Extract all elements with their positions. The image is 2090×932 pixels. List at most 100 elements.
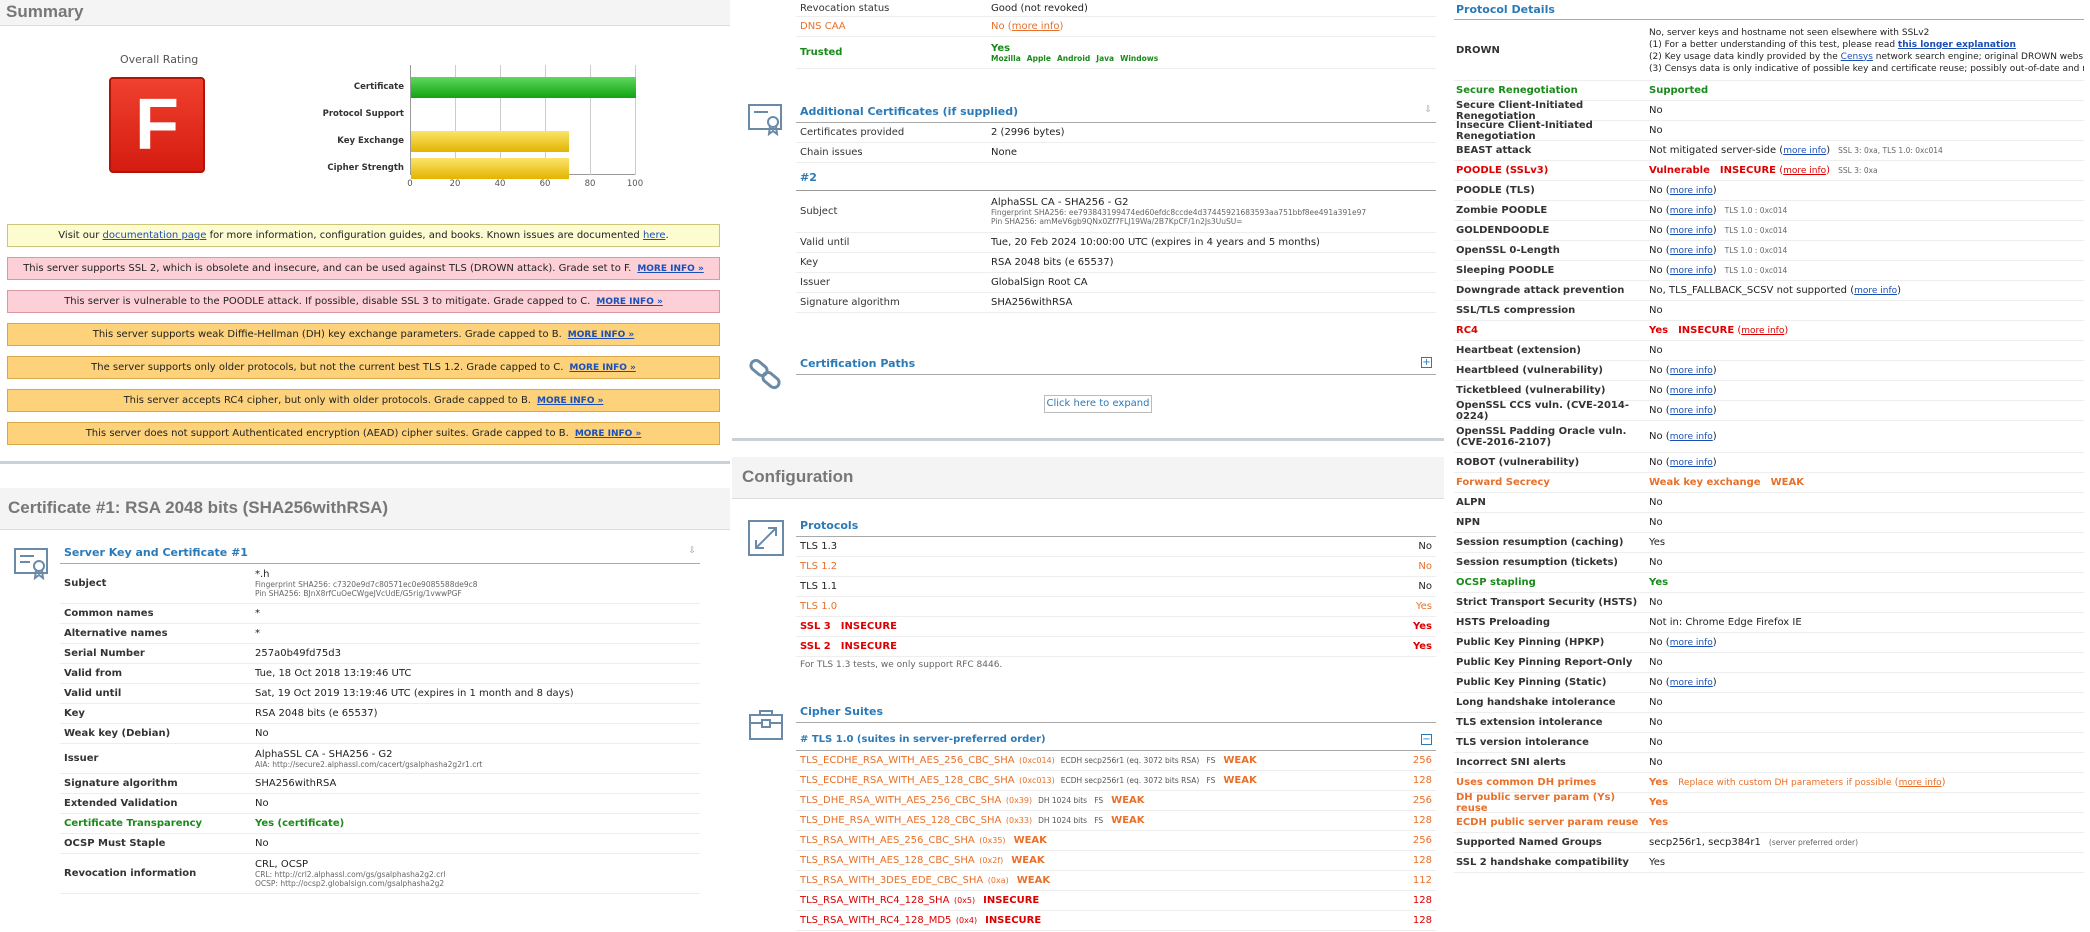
protocol-detail-row: POODLE (TLS) No (more info) [1454, 181, 2084, 201]
chart-bar [411, 131, 569, 152]
protocol-detail-label: SSL 2 handshake compatibility [1456, 857, 1629, 868]
protocol-detail-label: TLS version intolerance [1456, 737, 1589, 748]
cert-row: Valid until Sat, 19 Oct 2019 13:19:46 UTC… [60, 684, 700, 704]
more-info-link[interactable]: more info [1670, 266, 1713, 276]
more-info-link[interactable]: MORE INFO » [575, 429, 641, 439]
more-info-link[interactable]: more info [1670, 432, 1713, 442]
paren: ) [1826, 145, 1831, 156]
config-title: Configuration [742, 467, 854, 486]
collapse-minus-icon[interactable]: − [1421, 734, 1432, 745]
cipher-bits: 128 [1412, 855, 1432, 866]
protocol-name: TLS 1.2 [800, 561, 838, 572]
protocol-detail-flag: INSECURE [1719, 165, 1777, 176]
protocol-detail-row: Insecure Client-Initiated Renegotiation N… [1454, 120, 2084, 142]
certificate-icon [12, 544, 52, 584]
more-info-link[interactable]: more info [1670, 638, 1713, 648]
protocol-detail-row: Secure Client-Initiated Renegotiation No [1454, 99, 2084, 122]
cipher-row: TLS_DHE_RSA_WITH_AES_256_CBC_SHA (0x39) D… [796, 791, 1436, 811]
tls13-note: For TLS 1.3 tests, we only support RFC 8… [800, 660, 1003, 670]
censys-link[interactable]: Censys [1841, 52, 1873, 62]
documentation-link[interactable]: documentation page [103, 230, 207, 241]
cert1-title: Certificate #1: RSA 2048 bits (SHA256wit… [8, 498, 389, 517]
protocol-detail-label: Long handshake intolerance [1456, 697, 1616, 708]
chart-bar-label: Cipher Strength [327, 163, 404, 173]
drown-explanation-link[interactable]: this longer explanation [1898, 40, 2016, 50]
protocol-detail-row: POODLE (SSLv3) Vulnerable INSECURE (more i… [1454, 161, 2084, 181]
protocol-detail-row: Forward Secrecy Weak key exchange WEAK [1454, 473, 2084, 493]
cert-row-label: Alternative names [64, 628, 168, 639]
more-info-link[interactable]: more info [1670, 226, 1713, 236]
message-text: This server supports SSL 2, which is obs… [23, 263, 632, 274]
more-info-link[interactable]: more info [1670, 186, 1713, 196]
more-info-link[interactable]: more info [1741, 326, 1784, 336]
add-subject-label: Subject [800, 206, 838, 217]
cipher-name: TLS_ECDHE_RSA_WITH_AES_256_CBC_SHA [800, 755, 1015, 766]
more-info-link[interactable]: more info [1670, 406, 1713, 416]
cipher-flag: INSECURE [985, 915, 1042, 926]
protocol-detail-value: Supported [1649, 85, 1709, 96]
revocation-ocsp: OCSP: http://ocsp2.globalsign.com/gsalph… [255, 879, 445, 888]
cert-row-value: Tue, 20 Feb 2024 10:00:00 UTC (expires i… [991, 237, 1320, 248]
protocol-detail-note: SSL 3: 0xa, TLS 1.0: 0xc014 [1838, 146, 1943, 155]
download-icon[interactable]: ⇩ [1424, 105, 1432, 120]
subject-pin: Pin SHA256: BJnX8rfCuOeCWgeJVcUdE/G5rig/… [255, 589, 462, 598]
ocsp-staple-row: OCSP Must Staple No [60, 834, 700, 854]
protocol-detail-value: No [1649, 597, 1663, 608]
cert-paths-title: Certification Paths [800, 357, 916, 370]
more-info-link[interactable]: MORE INFO » [596, 297, 662, 307]
protocol-detail-note: TLS 1.0 : 0xc014 [1724, 246, 1788, 255]
expand-plus-icon[interactable]: + [1421, 357, 1432, 368]
protocol-detail-value: No [1649, 517, 1663, 528]
protocol-detail-note: TLS 1.0 : 0xc014 [1724, 206, 1788, 215]
cipher-flag: WEAK [1223, 775, 1257, 786]
protocol-detail-label: Secure Client-Initiated Renegotiation [1456, 99, 1584, 122]
protocol-detail-value: Yes [1649, 777, 1669, 788]
protocol-detail-label: OpenSSL CCS vuln. (CVE-2014-0224) [1456, 399, 1629, 422]
paren: ) [1712, 245, 1717, 256]
cert-row: Issuer GlobalSign Root CA [796, 273, 1436, 293]
cert-row-label: Valid from [64, 668, 123, 679]
issuer-aia: AIA: http://secure2.alphassl.com/cacert/… [255, 759, 483, 769]
protocol-name: TLS 1.0 [800, 601, 838, 612]
protocol-detail-value: Yes [1649, 797, 1669, 808]
protocol-detail-value: Not in: Chrome Edge Firefox IE [1649, 617, 1802, 628]
known-issues-link[interactable]: here [643, 230, 666, 241]
protocol-detail-row: RC4 Yes INSECURE (more info) [1454, 321, 2084, 341]
cipher-group-header: # TLS 1.0 (suites in server-preferred or… [796, 729, 1436, 751]
summary-message: This server supports SSL 2, which is obs… [7, 257, 720, 280]
ocsp-staple-label: OCSP Must Staple [64, 838, 166, 849]
protocol-detail-label: ROBOT (vulnerability) [1456, 457, 1580, 468]
protocol-detail-value: Yes [1649, 325, 1669, 336]
more-info-link[interactable]: MORE INFO » [537, 396, 603, 406]
subject-fingerprint: Fingerprint SHA256: c7320e9d7c80571ec0e9… [255, 580, 478, 589]
cert-row: Valid from Tue, 18 Oct 2018 13:19:46 UTC [60, 664, 700, 684]
cipher-flag: WEAK [1011, 855, 1045, 866]
more-info-link[interactable]: MORE INFO » [568, 330, 634, 340]
cipher-kex: DH 1024 bits FS [1038, 816, 1104, 825]
download-icon[interactable]: ⇩ [688, 546, 696, 561]
expand-paths-button[interactable]: Click here to expand [1044, 395, 1152, 413]
chart-tick-label: 100 [626, 179, 644, 189]
more-info-link[interactable]: more info [1670, 678, 1713, 688]
cipher-name: TLS_RSA_WITH_3DES_EDE_CBC_SHA [800, 875, 984, 886]
more-info-link[interactable]: more info [1670, 206, 1713, 216]
paren: ) [1712, 431, 1717, 442]
more-info-link[interactable]: MORE INFO » [637, 264, 703, 274]
more-info-link[interactable]: more info [1899, 778, 1942, 788]
more-info-link[interactable]: more info [1783, 146, 1826, 156]
more-info-link[interactable]: more info [1670, 458, 1713, 468]
more-info-link[interactable]: more info [1670, 366, 1713, 376]
dns-caa-more-link[interactable]: more info [1012, 21, 1060, 32]
more-info-link[interactable]: more info [1670, 246, 1713, 256]
drown-line-2: (1) For a better understanding of this t… [1649, 39, 1898, 50]
more-info-link[interactable]: more info [1854, 286, 1897, 296]
protocol-detail-row: HSTS Preloading Not in: Chrome Edge Firef… [1454, 613, 2084, 633]
more-info-link[interactable]: MORE INFO » [569, 363, 635, 373]
cipher-name: TLS_RSA_WITH_RC4_128_MD5 [800, 915, 952, 926]
more-info-link[interactable]: more info [1783, 166, 1826, 176]
chart-bar-label: Certificate [353, 82, 404, 92]
more-info-link[interactable]: more info [1670, 386, 1713, 396]
ocsp-staple-value: No [255, 838, 269, 849]
protocol-detail-row: Public Key Pinning (Static) No (more info… [1454, 673, 2084, 693]
cipher-bits: 128 [1412, 895, 1432, 906]
